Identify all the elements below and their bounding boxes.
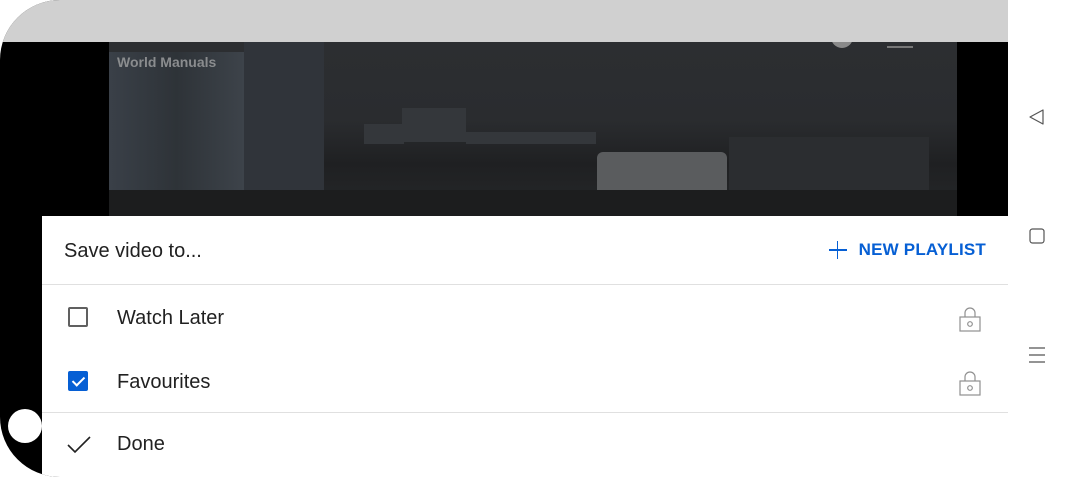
check-icon	[67, 436, 91, 454]
back-icon[interactable]	[1027, 107, 1047, 127]
navigation-bar	[1008, 0, 1066, 477]
phone-screen: World Manuals Save video to... NEW PLAYL…	[0, 0, 1008, 477]
save-to-playlist-sheet: Save video to... NEW PLAYLIST Watch Late…	[42, 216, 1008, 477]
lock-icon	[959, 307, 981, 332]
plus-icon	[828, 241, 847, 259]
video-ground	[109, 190, 957, 216]
watch-later-checkbox[interactable]	[68, 307, 88, 327]
video-building	[109, 52, 244, 192]
playlist-label: Favourites	[117, 371, 211, 393]
video-building	[466, 132, 596, 144]
playlist-label: Watch Later	[117, 307, 225, 329]
done-label: Done	[117, 433, 165, 455]
video-player[interactable]: World Manuals	[109, 42, 957, 216]
video-tent	[597, 152, 727, 192]
new-playlist-button[interactable]: NEW PLAYLIST	[828, 238, 986, 262]
video-building	[364, 124, 404, 144]
playlist-item-favourites[interactable]: Favourites	[42, 349, 1008, 413]
video-building	[244, 42, 324, 192]
channel-name: World Manuals	[117, 54, 217, 70]
video-overlay-icon[interactable]	[887, 42, 913, 48]
sheet-title: Save video to...	[64, 240, 202, 262]
sheet-header: Save video to... NEW PLAYLIST	[42, 216, 1008, 285]
status-bar	[0, 0, 1008, 42]
video-overlay-icon[interactable]	[831, 42, 853, 48]
done-button[interactable]: Done	[42, 412, 1008, 477]
video-building	[402, 108, 466, 142]
playlist-item-watch-later[interactable]: Watch Later	[42, 285, 1008, 349]
camera-cutout	[8, 409, 42, 443]
lock-icon	[959, 371, 981, 396]
favourites-checkbox[interactable]	[68, 371, 88, 391]
new-playlist-label: NEW PLAYLIST	[858, 240, 986, 259]
home-icon[interactable]	[1027, 226, 1047, 246]
video-building	[729, 137, 929, 192]
recents-icon[interactable]	[1027, 345, 1047, 365]
